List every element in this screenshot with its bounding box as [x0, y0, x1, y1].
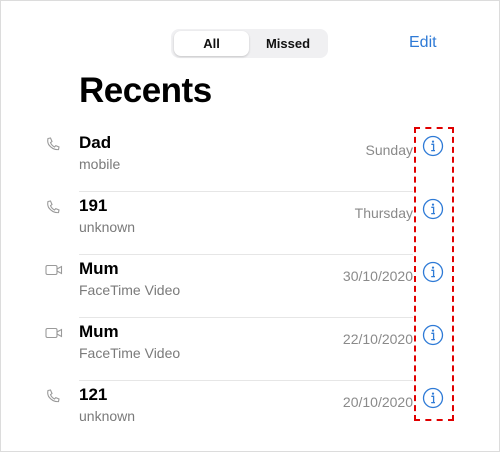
call-date: 20/10/2020 [342, 394, 413, 410]
info-buttons-highlight-box [414, 127, 454, 421]
phone-icon [47, 137, 60, 151]
segment-missed[interactable]: Missed [251, 31, 325, 56]
call-date: 22/10/2020 [342, 331, 413, 347]
call-date: Sunday [365, 142, 413, 158]
video-camera-icon [45, 327, 63, 339]
page-title: Recents [79, 71, 212, 110]
video-camera-icon [45, 264, 63, 276]
call-type: mobile [79, 156, 121, 172]
call-type: FaceTime Video [79, 282, 181, 298]
caller-name: Mum [79, 259, 119, 278]
call-filter-segmented-control: All Missed [171, 29, 328, 58]
caller-name: 121 [79, 385, 108, 404]
segment-all[interactable]: All [174, 31, 249, 56]
caller-name: Dad [79, 133, 112, 152]
call-date: 30/10/2020 [342, 268, 413, 284]
call-type: FaceTime Video [79, 345, 181, 361]
recents-screen: All Missed Edit Recents Dad mobile Sunda… [0, 0, 500, 452]
edit-button[interactable]: Edit [409, 34, 437, 52]
call-type: unknown [79, 219, 136, 235]
phone-icon [47, 389, 60, 403]
caller-name: 191 [79, 196, 108, 215]
call-type: unknown [79, 408, 136, 424]
phone-icon [47, 200, 60, 214]
caller-name: Mum [79, 322, 119, 341]
call-date: Thursday [354, 205, 413, 221]
